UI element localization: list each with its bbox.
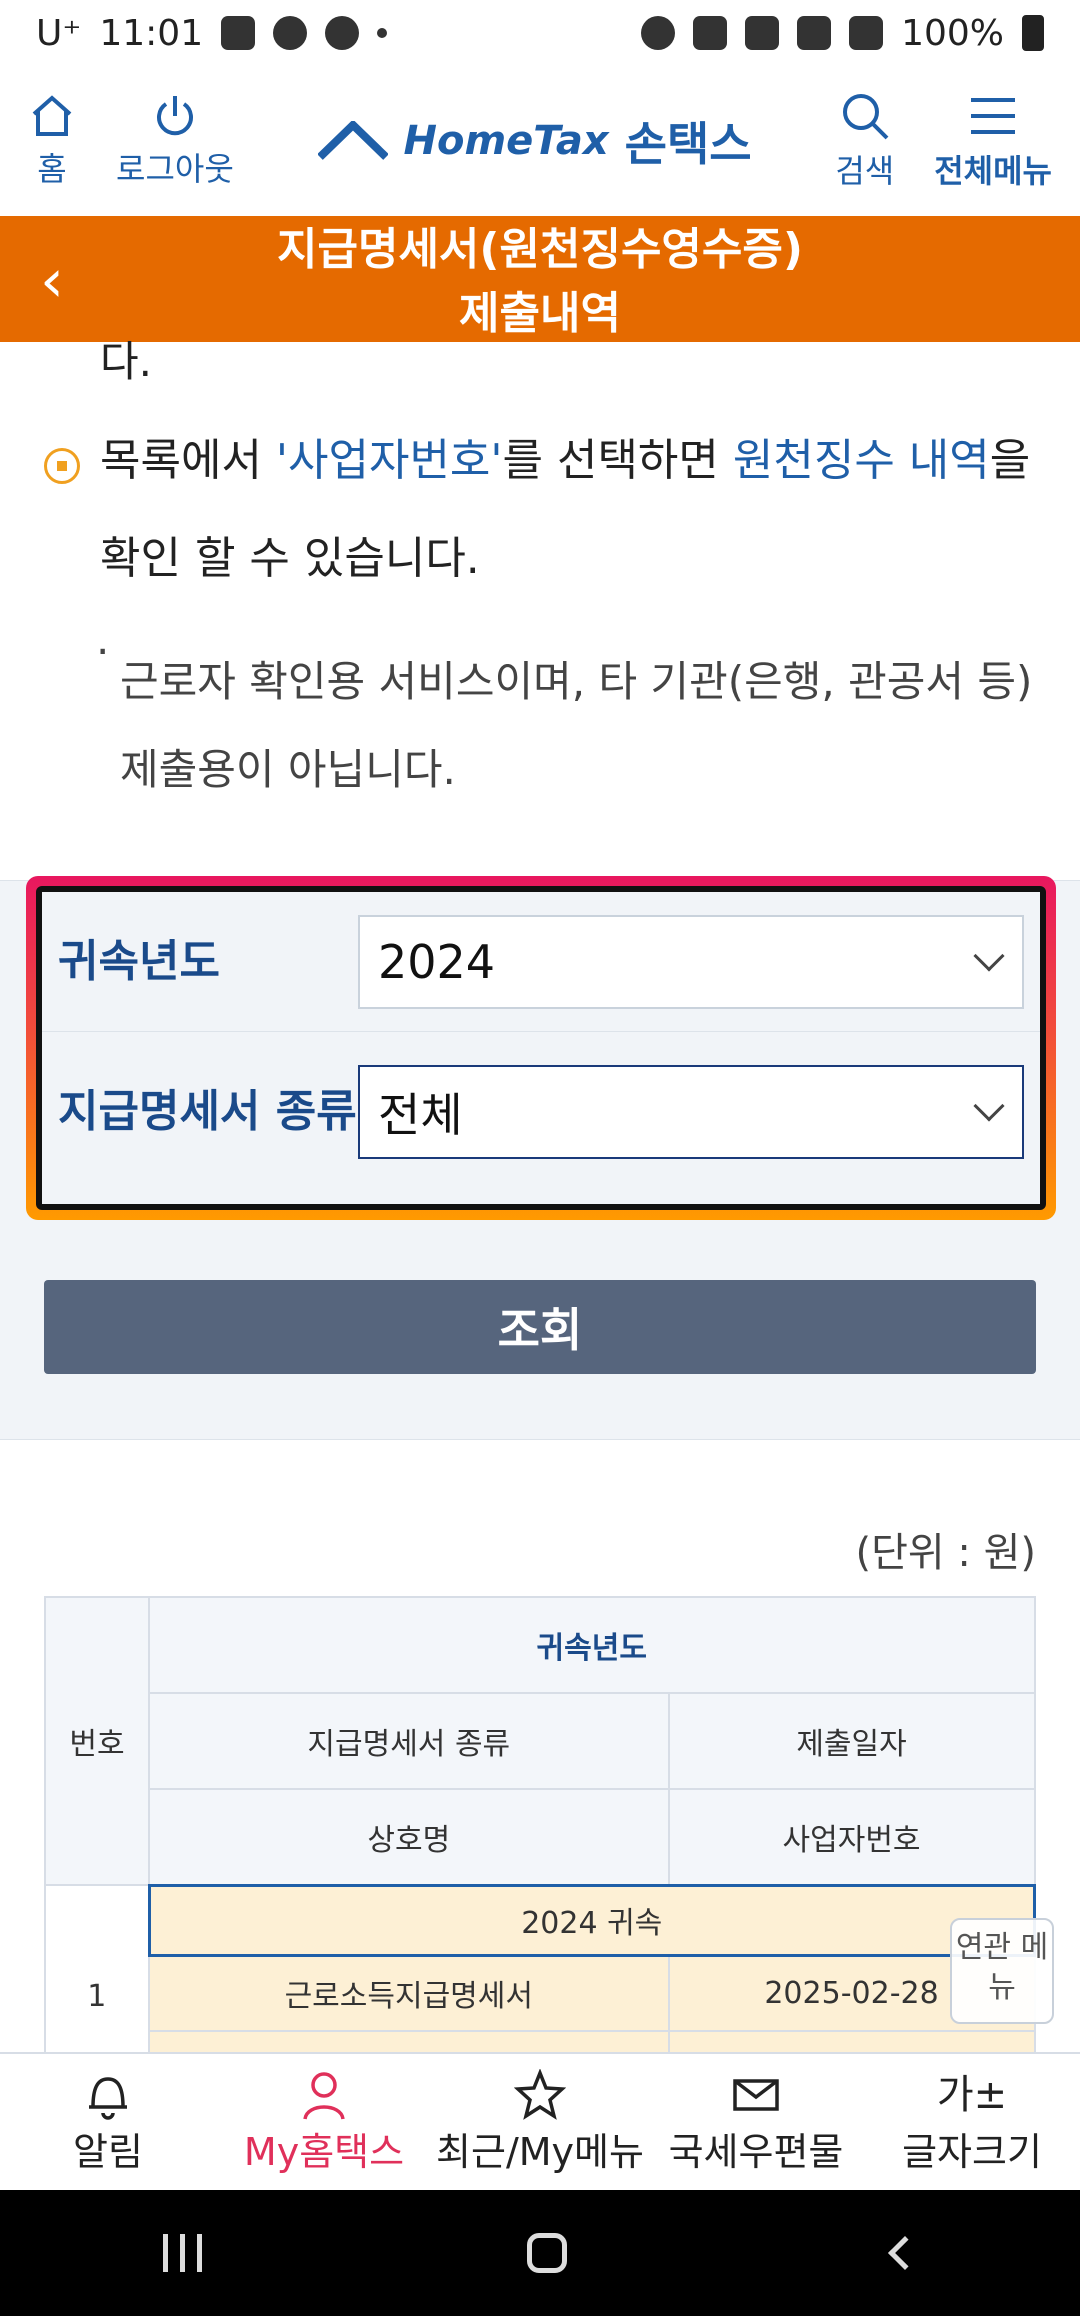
header-business-number: 사업자번호 <box>667 1788 1036 1886</box>
roof-icon <box>317 121 388 160</box>
search-submit-button[interactable]: 조회 <box>44 1280 1036 1374</box>
nav-font-size[interactable]: 가± 글자크기 <box>864 2054 1080 2190</box>
sub-note-text: 근로자 확인용 서비스이며, 타 기관(은행, 관공서 등) 제출용이 아닙니다… <box>120 657 1033 794</box>
info-note: 목록에서 '사업자번호'를 선택하면 원천징수 내역을 확인 할 수 있습니다. <box>0 412 1080 608</box>
hamburger-icon <box>971 98 1016 134</box>
home-icon <box>32 95 72 136</box>
mute-icon <box>745 16 780 50</box>
home-button[interactable]: 홈 <box>28 92 76 190</box>
battery-icon <box>1022 15 1044 51</box>
c-app-icon <box>325 16 360 50</box>
wifi-icon <box>797 16 832 50</box>
nav-label: 국세우편물 <box>668 2129 844 2174</box>
nav-my-hometax[interactable]: My홈택스 <box>216 2054 432 2190</box>
home-system-button[interactable] <box>527 2233 568 2273</box>
star-icon <box>514 2068 566 2120</box>
header-year: 귀속년도 <box>148 1596 1036 1694</box>
app-header: 홈 로그아웃 HomeTax 손택스 검색 전체메뉴 <box>0 66 1080 216</box>
note-highlight: 원천징수 내역 <box>732 435 990 486</box>
bottom-nav: 알림 My홈택스 최근/My메뉴 국세우편물 가± 글자크기 <box>0 2052 1080 2190</box>
status-bar: U⁺ 11:01 100% <box>0 0 1080 66</box>
mail-icon <box>733 2078 779 2111</box>
person-icon <box>303 2071 345 2120</box>
back-icon[interactable]: ‹ <box>40 246 64 316</box>
header-number: 번호 <box>44 1596 150 1886</box>
result-table: 번호 귀속년도 지급명세서 종류 제출일자 상호명 사업자번호 1 2024 귀… <box>44 1596 1036 2108</box>
year-label: 귀속년도 <box>58 935 220 987</box>
note-highlight: '사업자번호' <box>275 435 503 486</box>
year-value: 2024 <box>378 934 496 989</box>
header-statement-type: 지급명세서 종류 <box>148 1692 670 1790</box>
logout-label: 로그아웃 <box>116 150 234 188</box>
nav-label: My홈택스 <box>243 2129 405 2174</box>
speaker-icon <box>44 448 80 484</box>
alarm-icon <box>641 16 676 50</box>
font-size-icon: 가± <box>936 2071 1008 2118</box>
note-text: 목록에서 <box>100 435 276 486</box>
search-icon <box>842 94 889 140</box>
table-row[interactable]: 근로소득지급명세서 2025-02-28 <box>45 1954 1036 2032</box>
signal-icon <box>849 16 884 50</box>
battery-percent: 100% <box>901 12 1004 54</box>
highlight-frame: 귀속년도 2024 지급명세서 종류 전체 <box>26 876 1056 1220</box>
gallery-icon <box>221 16 256 50</box>
page-title-line1: 지급명세서(원천징수영수증) <box>277 224 803 275</box>
type-select[interactable]: 전체 <box>358 1065 1024 1159</box>
unit-label: (단위 : 원) <box>855 1530 1036 1576</box>
info-section: 다. 목록에서 '사업자번호'를 선택하면 원천징수 내역을 확인 할 수 있습… <box>0 337 1080 814</box>
table-row[interactable]: 1 2024 귀속 <box>44 1883 1036 2108</box>
recents-button[interactable] <box>162 2234 202 2272</box>
search-label: 검색 <box>835 152 895 190</box>
full-menu-button[interactable]: 전체메뉴 <box>934 90 1052 192</box>
more-notifications-icon <box>377 28 388 38</box>
home-label: 홈 <box>37 150 67 188</box>
carrier-label: U⁺ <box>36 12 82 54</box>
talk-icon <box>273 16 308 50</box>
back-system-button[interactable] <box>888 2236 923 2270</box>
power-icon <box>156 96 193 136</box>
header-company-name: 상호명 <box>148 1788 670 1886</box>
page-title-bar: ‹ 지급명세서(원천징수영수증) 제출내역 <box>0 216 1080 342</box>
row-year: 2024 귀속 <box>147 1883 1036 1957</box>
system-nav-bar <box>0 2190 1080 2316</box>
nav-label: 최근/My메뉴 <box>436 2129 644 2174</box>
nav-recent-menu[interactable]: 최근/My메뉴 <box>432 2054 648 2190</box>
chevron-down-icon <box>973 1090 1005 1122</box>
year-select[interactable]: 2024 <box>358 914 1024 1009</box>
nav-label: 알림 <box>73 2129 143 2174</box>
type-row: 지급명세서 종류 전체 <box>42 1032 1040 1192</box>
chevron-down-icon <box>973 939 1005 972</box>
bullet: · <box>96 627 110 676</box>
nav-tax-mail[interactable]: 국세우편물 <box>648 2054 864 2190</box>
year-row: 귀속년도 2024 <box>42 892 1040 1032</box>
search-form: 귀속년도 2024 지급명세서 종류 전체 <box>42 892 1040 1204</box>
text-fragment: 다. <box>100 337 152 386</box>
type-label: 지급명세서 종류 <box>58 1086 357 1137</box>
search-button[interactable]: 검색 <box>835 90 894 192</box>
logout-button[interactable]: 로그아웃 <box>116 92 234 190</box>
type-value: 전체 <box>378 1088 463 1142</box>
related-menu-button[interactable]: 연관 메뉴 <box>950 1918 1054 2024</box>
time-label: 11:01 <box>99 12 204 54</box>
page-title-line2: 제출내역 <box>459 288 621 339</box>
logo-text-en: HomeTax <box>403 118 609 164</box>
bluetooth-icon <box>693 16 728 50</box>
hometax-logo[interactable]: HomeTax 손택스 <box>317 108 752 174</box>
header-submit-date: 제출일자 <box>667 1692 1036 1790</box>
nav-label: 글자크기 <box>902 2129 1042 2174</box>
bell-icon <box>89 2076 127 2120</box>
nav-alerts[interactable]: 알림 <box>0 2054 216 2190</box>
note-text: 를 선택하면 <box>502 435 733 486</box>
full-menu-label: 전체메뉴 <box>934 152 1052 190</box>
logo-text-ko: 손택스 <box>624 117 752 171</box>
sub-note: · 근로자 확인용 서비스이며, 타 기관(은행, 관공서 등) 제출용이 아닙… <box>0 608 1080 814</box>
row-statement-type: 근로소득지급명세서 <box>148 1954 670 2032</box>
